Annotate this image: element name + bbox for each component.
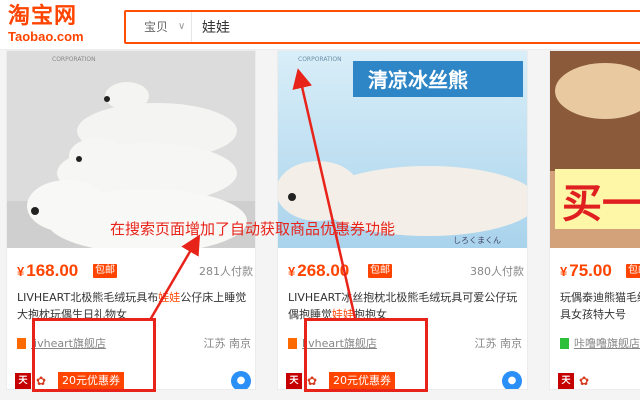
product-card[interactable]: 买一 ¥75.00 包邮 玩偶泰迪熊猫毛绒玩具女孩特大号 咔噜噜旗舰店 天 ✿ (549, 50, 640, 390)
header: 淘宝网 Taobao.com 宝贝 ∨ (0, 0, 640, 50)
taobao-logo[interactable]: 淘宝网 Taobao.com (8, 4, 108, 46)
tmall-icon[interactable]: 天 (558, 373, 574, 389)
price: ¥75.00 (560, 261, 612, 280)
chevron-down-icon: ∨ (178, 21, 186, 32)
search-bar: 宝贝 ∨ (124, 10, 640, 44)
annotation-text: 在搜索页面增加了自动获取商品优惠券功能 (110, 220, 396, 238)
sales-count: 380人付款 (470, 265, 524, 278)
img-corporation-text: CORPORATION (298, 56, 342, 63)
annotation-box (304, 318, 428, 392)
price-row: ¥168.00 包邮 281人付款 (17, 261, 253, 281)
free-shipping-badge: 包邮 (368, 264, 392, 278)
logo-en: Taobao.com (8, 29, 84, 44)
img-banner-text: 清凉冰丝熊 (368, 68, 468, 92)
wangwang-icon[interactable]: ● (231, 371, 251, 389)
shop-icon (288, 338, 297, 349)
img-banner-text: 买一 (562, 181, 640, 227)
img-caption-text: しろくまくん (453, 236, 501, 245)
badge-row: 天 ✿ (558, 371, 640, 389)
tmall-icon[interactable]: 天 (286, 373, 302, 389)
sales-count: 281人付款 (199, 265, 253, 278)
shop-row: 咔噜噜旗舰店 (560, 335, 640, 351)
product-title[interactable]: 玩偶泰迪熊猫毛绒玩具女孩特大号 (560, 289, 640, 323)
price-row: ¥75.00 包邮 (560, 261, 640, 281)
search-category-label: 宝贝 (144, 20, 169, 34)
price-row: ¥268.00 包邮 380人付款 (288, 261, 524, 281)
gift-icon[interactable]: ✿ (579, 373, 595, 389)
location: 江苏 南京 (474, 337, 523, 350)
product-image[interactable]: 买一 (550, 51, 640, 248)
free-shipping-badge: 包邮 (93, 264, 117, 278)
price: ¥168.00 (17, 261, 79, 280)
shop-icon (560, 338, 569, 349)
logo-cn: 淘宝网 (8, 4, 78, 29)
price: ¥268.00 (288, 261, 350, 280)
free-shipping-badge: 包邮 (626, 264, 640, 278)
search-input[interactable] (196, 12, 636, 42)
shop-icon (17, 338, 26, 349)
tmall-icon[interactable]: 天 (15, 373, 31, 389)
img-corporation-text: CORPORATION (52, 56, 96, 63)
annotation-box (32, 318, 156, 392)
shop-name-link[interactable]: 咔噜噜旗舰店 (574, 335, 640, 351)
location: 江苏 南京 (203, 337, 252, 350)
wangwang-icon[interactable]: ● (502, 371, 522, 389)
search-category-select[interactable]: 宝贝 ∨ (126, 12, 192, 42)
